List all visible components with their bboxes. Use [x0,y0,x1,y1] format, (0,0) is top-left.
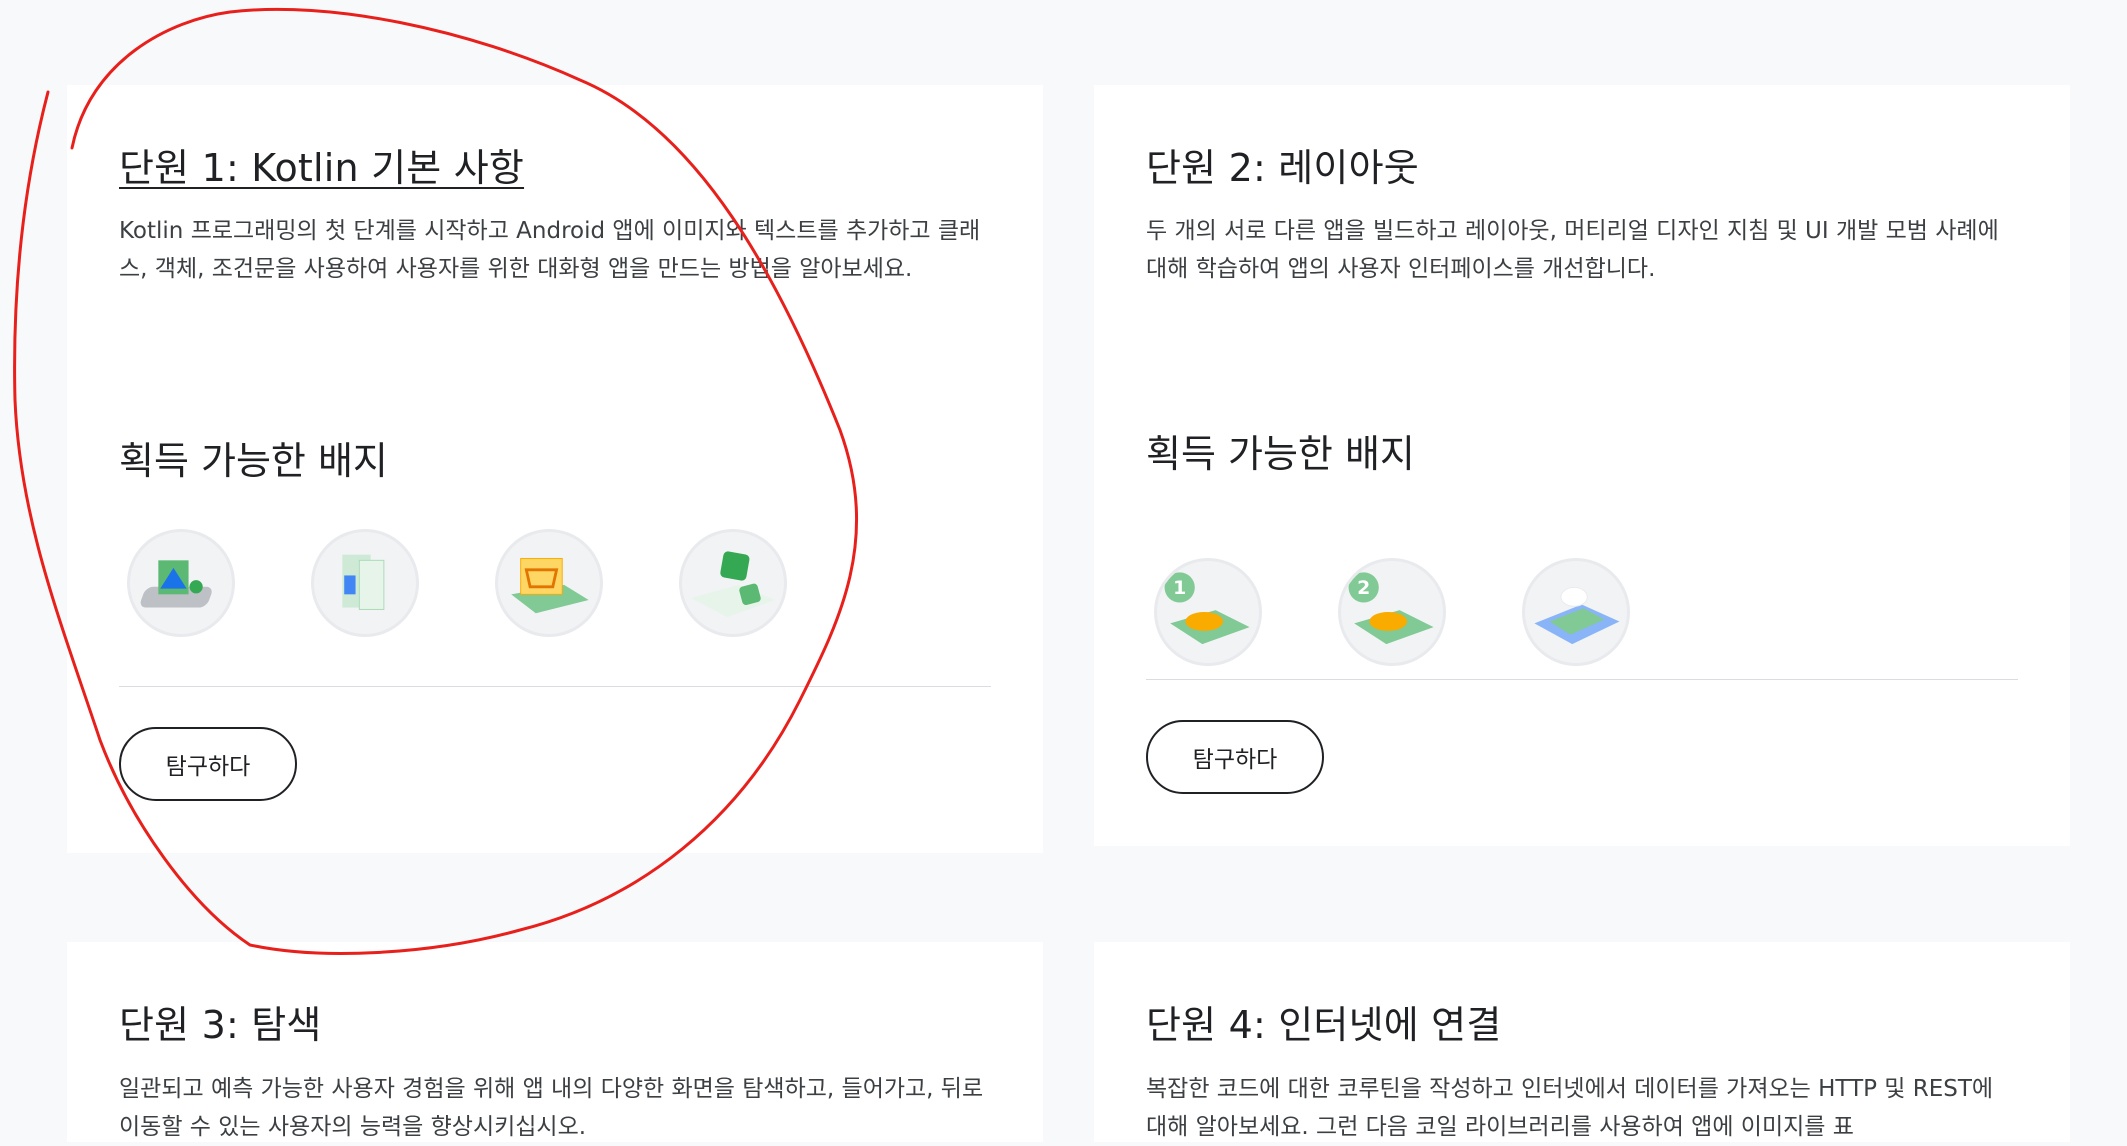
android-app-badge-icon [127,529,235,637]
tip-calculator-1-badge-icon: 1 [1154,558,1262,666]
layout-image-badge-icon [311,529,419,637]
tip-calculator-1-number: 1 [1173,577,1186,599]
shopping-cart-badge-icon [495,529,603,637]
unit-4-title: 단원 4: 인터넷에 연결 [1146,1003,1502,1047]
unit-3-description: 일관되고 예측 가능한 사용자 경험을 위해 앱 내의 다양한 화면을 탐색하고… [119,1076,984,1140]
unit-1-badge-list [127,529,787,637]
unit-2-badge-list: 1 2 [1154,558,1630,666]
tip-calculator-2-number: 2 [1357,577,1370,599]
unit-card-4: 단원 4: 인터넷에 연결 복잡한 코드에 대한 코루틴을 작성하고 인터넷에서… [1094,942,2070,1142]
unit-card-2: 단원 2: 레이아웃 두 개의 서로 다른 앱을 빌드하고 레이아웃, 머티리얼… [1094,85,2070,846]
unit-4-description: 복잡한 코드에 대한 코루틴을 작성하고 인터넷에서 데이터를 가져오는 HTT… [1146,1076,1994,1140]
unit-1-divider [119,686,991,687]
unit-1-description: Kotlin 프로그래밍의 첫 단계를 시작하고 Android 앱에 이미지와… [119,218,981,282]
unit-3-title: 단원 3: 탐색 [119,1003,322,1047]
dice-roller-badge-icon [679,529,787,637]
unit-2-badges-heading: 획득 가능한 배지 [1146,432,1415,476]
unit-1-title-link[interactable]: 단원 1: Kotlin 기본 사항 [119,137,524,192]
unit-card-1: 단원 1: Kotlin 기본 사항 Kotlin 프로그래밍의 첫 단계를 시… [67,85,1043,853]
unit-2-description: 두 개의 서로 다른 앱을 빌드하고 레이아웃, 머티리얼 디자인 지침 및 U… [1146,218,1999,282]
unit-card-3: 단원 3: 탐색 일관되고 예측 가능한 사용자 경험을 위해 앱 내의 다양한… [67,942,1043,1142]
tip-calculator-2-badge-icon: 2 [1338,558,1446,666]
unit-1-badges-heading: 획득 가능한 배지 [119,439,388,483]
unit-2-title: 단원 2: 레이아웃 [1146,146,1419,190]
unit-2-divider [1146,679,2018,680]
material-design-badge-icon [1522,558,1630,666]
unit-1-explore-button[interactable]: 탐구하다 [119,727,297,801]
unit-2-explore-button[interactable]: 탐구하다 [1146,720,1324,794]
